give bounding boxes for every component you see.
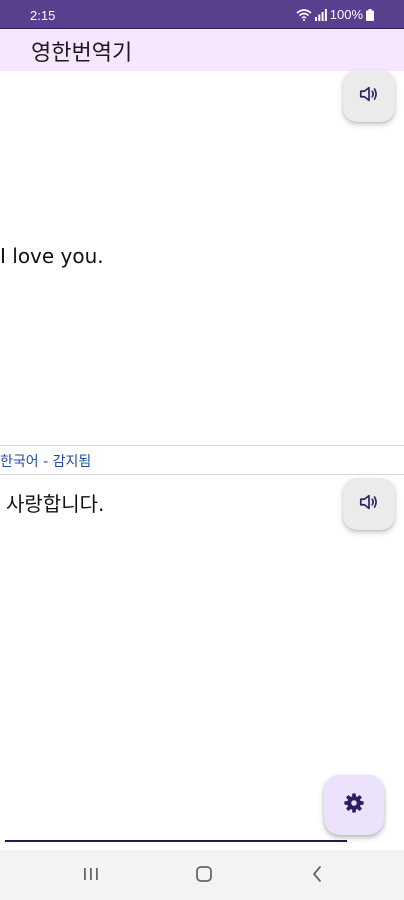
divider-bottom <box>0 474 404 475</box>
translated-text: 사랑합니다. <box>6 492 105 516</box>
back-icon <box>310 865 324 887</box>
divider-top <box>0 445 404 446</box>
home-icon <box>195 865 213 887</box>
gear-icon <box>343 792 365 818</box>
result-speak-button[interactable] <box>343 478 395 530</box>
settings-button[interactable] <box>324 775 384 835</box>
detected-language-label: 한국어 - 감지됨 <box>0 454 92 470</box>
home-button[interactable] <box>192 864 216 888</box>
recent-apps-button[interactable] <box>79 864 103 888</box>
recent-apps-icon <box>82 866 100 886</box>
battery-icon <box>366 8 374 21</box>
speaker-icon <box>358 491 380 517</box>
source-speak-button[interactable] <box>343 70 395 122</box>
status-icons: 100% <box>296 7 374 22</box>
signal-icon <box>314 8 327 21</box>
source-text[interactable]: I love you. <box>0 244 104 268</box>
wifi-icon <box>296 8 312 21</box>
battery-text: 100% <box>329 7 363 22</box>
bottom-rule <box>5 840 347 842</box>
system-nav-bar <box>0 850 404 900</box>
back-button[interactable] <box>305 864 329 888</box>
app-title: 영한번역기 <box>31 41 133 66</box>
status-time: 2:15 <box>30 8 56 23</box>
speaker-icon <box>358 83 380 109</box>
status-bar: 2:15 100% <box>0 0 404 28</box>
app-bar: 영한번역기 <box>0 28 404 71</box>
